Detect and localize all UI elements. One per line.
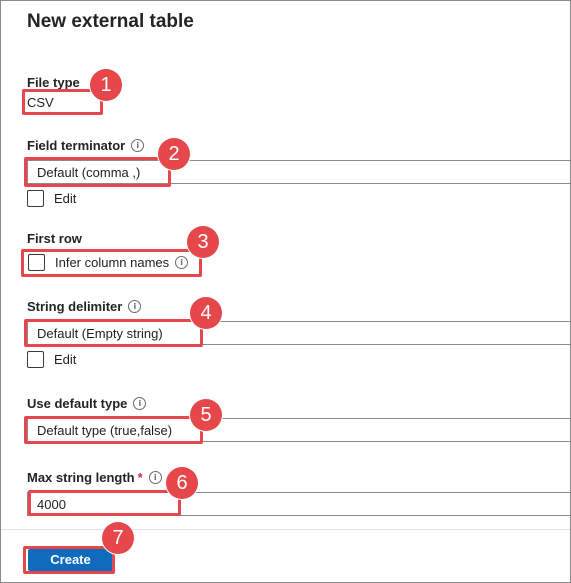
string-delimiter-label: String delimiter i	[27, 299, 142, 314]
file-type-label-text: File type	[27, 75, 80, 90]
default-type-dropdown[interactable]: Default type (true,false)	[27, 418, 570, 442]
default-type-label-text: Use default type	[27, 396, 128, 411]
annotation-badge-2: 2	[158, 138, 190, 170]
info-icon[interactable]: i	[131, 139, 145, 152]
field-terminator-edit-row[interactable]: Edit	[27, 190, 76, 207]
info-icon[interactable]: i	[175, 256, 189, 269]
infer-column-names-row[interactable]: Infer column names i	[28, 254, 189, 271]
first-row-label: First row	[27, 231, 82, 246]
annotation-badge-4: 4	[190, 297, 222, 329]
string-delimiter-dropdown[interactable]: Default (Empty string)	[27, 321, 570, 345]
info-icon[interactable]: i	[133, 397, 147, 410]
string-delimiter-label-text: String delimiter	[27, 299, 123, 314]
infer-column-names-checkbox[interactable]	[28, 254, 45, 271]
field-terminator-edit-checkbox[interactable]	[27, 190, 44, 207]
string-delimiter-edit-label: Edit	[54, 352, 77, 367]
field-terminator-edit-label: Edit	[54, 191, 77, 206]
file-type-value[interactable]: CSV	[27, 95, 54, 110]
annotation-badge-3: 3	[187, 226, 219, 258]
footer-divider	[1, 529, 570, 530]
annotation-badge-1: 1	[90, 69, 122, 101]
max-string-length-label-text: Max string length	[27, 470, 135, 485]
create-button[interactable]: Create	[28, 549, 113, 571]
max-string-length-input[interactable]: 4000	[27, 492, 570, 516]
field-terminator-dropdown[interactable]: Default (comma ,)	[27, 160, 570, 184]
field-terminator-label-text: Field terminator	[27, 138, 126, 153]
panel-title: New external table	[27, 11, 194, 32]
external-table-panel: New external table File type CSV Field t…	[0, 0, 571, 583]
default-type-label: Use default type i	[27, 396, 147, 411]
string-delimiter-edit-checkbox[interactable]	[27, 351, 44, 368]
string-delimiter-edit-row[interactable]: Edit	[27, 351, 76, 368]
field-terminator-label: Field terminator i	[27, 138, 145, 153]
first-row-label-text: First row	[27, 231, 82, 246]
max-string-length-label: Max string length * i	[27, 470, 162, 485]
annotation-badge-6: 6	[166, 467, 198, 499]
file-type-label: File type	[27, 75, 80, 90]
info-icon[interactable]: i	[128, 300, 142, 313]
annotation-badge-7: 7	[102, 522, 134, 554]
required-indicator: *	[137, 470, 143, 485]
annotation-badge-5: 5	[190, 399, 222, 431]
info-icon[interactable]: i	[148, 471, 162, 484]
infer-column-names-label: Infer column names	[55, 255, 170, 270]
